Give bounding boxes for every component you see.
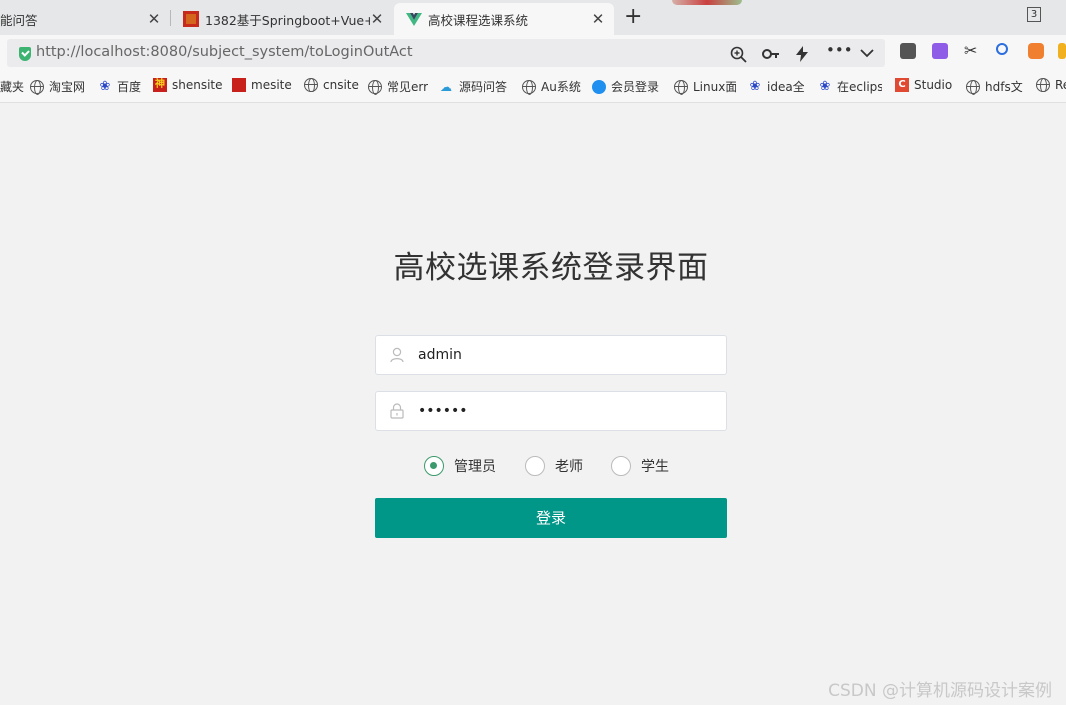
baidu-paw-icon: ❀ (819, 78, 831, 94)
url-path: :8080/subject_system/toLoginOutAct (145, 44, 413, 60)
close-icon[interactable]: ✕ (590, 11, 606, 27)
navigation-bar: http://localhost:8080/subject_system/toL… (0, 35, 1066, 71)
globe-icon (674, 79, 688, 95)
password-input[interactable] (416, 401, 716, 421)
tab-strip: 能问答 ✕ 1382基于Springboot+Vue+i ✕ 高校课程选课系统 … (0, 0, 1066, 35)
new-tab-plus-icon[interactable]: + (624, 6, 642, 28)
bookmark-label: 百度 (117, 80, 142, 94)
bookmark-label: shensite (172, 78, 223, 92)
bookmark-cnsite[interactable]: cnsite (304, 78, 359, 92)
baidu-paw-icon: ❀ (99, 78, 111, 94)
tab-qa[interactable]: 能问答 ✕ (0, 3, 170, 35)
role-teacher-radio[interactable]: 老师 (525, 456, 583, 476)
baidu-paw-icon: ❀ (749, 78, 761, 94)
bookmarks-bar: 藏夹 淘宝网 ❀ 百度 神 shensite mesite cnsite 常见err… (0, 71, 1066, 103)
tab-count-badge[interactable]: 3 (1027, 7, 1041, 22)
security-shield-icon (19, 47, 31, 61)
username-field[interactable] (375, 335, 727, 375)
bookmark-label: hdfs文 (985, 80, 1023, 94)
user-icon (390, 347, 404, 363)
tab-title: 高校课程选课系统 (428, 12, 529, 28)
bookmark-label: cnsite (323, 78, 359, 92)
login-button[interactable]: 登录 (375, 498, 727, 538)
csdn-favicon-icon (183, 11, 199, 27)
bookmark-label: 会员登录 (611, 80, 660, 94)
bookmark-au-system[interactable]: Au系统 (522, 78, 581, 95)
bookmark-hdfs[interactable]: hdfs文 (966, 78, 1024, 95)
chevron-down-icon[interactable] (860, 49, 874, 58)
address-bar[interactable]: http://localhost:8080/subject_system/toL… (7, 39, 885, 67)
bookmark-label: 淘宝网 (49, 80, 86, 94)
close-icon[interactable]: ✕ (146, 11, 162, 27)
search-icon[interactable] (996, 43, 1008, 55)
bookmark-label: Studio (914, 78, 953, 92)
bookmark-common-err[interactable]: 常见err (368, 78, 428, 95)
role-label: 管理员 (454, 459, 496, 475)
zoom-icon[interactable] (730, 46, 747, 63)
globe-icon (368, 79, 382, 95)
bookmark-studio[interactable]: C Studio (895, 78, 953, 92)
key-icon[interactable] (762, 48, 780, 60)
more-icon[interactable]: ••• (826, 41, 853, 59)
bookmark-re[interactable]: Re (1036, 78, 1066, 92)
bookmark-label: mesite (251, 78, 292, 92)
bookmark-label: idea全 (767, 80, 804, 94)
cloud-icon (592, 79, 606, 94)
role-admin-radio[interactable]: 管理员 (424, 456, 496, 476)
radio-unchecked-icon (611, 456, 631, 476)
wave-icon: ☁ (440, 79, 452, 94)
tab-title: 1382基于Springboot+Vue+i (205, 12, 370, 28)
bookmark-label: 常见err (387, 80, 428, 94)
vue-logo-icon (406, 13, 422, 26)
bookmark-label: 源码问答 (459, 80, 508, 94)
globe-icon (30, 79, 44, 95)
bookmark-label: 在eclips (837, 80, 882, 94)
game-icon[interactable] (1028, 43, 1044, 59)
bookmark-label: Re (1055, 78, 1066, 92)
globe-icon (966, 79, 980, 95)
url-text[interactable]: http://localhost:8080/subject_system/toL… (36, 44, 413, 60)
url-scheme-host: http://localhost (36, 44, 146, 60)
lock-icon (390, 403, 404, 419)
bookmark-favorites[interactable]: 藏夹 (0, 78, 24, 95)
role-label: 学生 (641, 459, 669, 475)
scissors-icon[interactable]: ✂ (964, 41, 980, 60)
bookmark-label: Au系统 (541, 80, 581, 94)
tab-title: 能问答 (0, 12, 38, 28)
role-radio-group: 管理员 老师 学生 (424, 456, 724, 478)
studio-icon: C (895, 78, 909, 92)
bookmark-shensite[interactable]: 神 shensite (153, 78, 223, 92)
red-square-icon (232, 78, 246, 92)
role-student-radio[interactable]: 学生 (611, 456, 669, 476)
translate-icon[interactable] (932, 43, 948, 59)
lightning-icon[interactable] (796, 46, 808, 62)
bookmark-mesite[interactable]: mesite (232, 78, 292, 92)
tab-decoration (672, 0, 742, 5)
tab-active-course-system[interactable]: 高校课程选课系统 ✕ (394, 3, 614, 35)
bookmark-member-login[interactable]: 会员登录 (592, 78, 660, 95)
close-icon[interactable]: ✕ (369, 11, 385, 27)
radio-checked-icon (424, 456, 444, 476)
bookmark-eclipse[interactable]: ❀ 在eclips (818, 78, 882, 95)
csdn-watermark: CSDN @计算机源码设计案例 (828, 681, 1052, 701)
reader-icon[interactable] (900, 43, 916, 59)
role-label: 老师 (555, 459, 583, 475)
globe-icon (304, 78, 318, 92)
bookmark-taobao[interactable]: 淘宝网 (30, 78, 85, 95)
bookmark-source-qa[interactable]: ☁ 源码问答 (440, 78, 507, 95)
login-title: 高校选课系统登录界面 (393, 250, 709, 286)
password-field[interactable] (375, 391, 727, 431)
bookmark-idea[interactable]: ❀ idea全 (748, 78, 804, 95)
shen-icon: 神 (153, 78, 167, 92)
globe-icon (1036, 78, 1050, 92)
username-input[interactable] (416, 345, 716, 365)
bookmark-baidu[interactable]: ❀ 百度 (98, 78, 141, 95)
bookmark-label: 藏夹 (0, 80, 25, 94)
globe-icon (522, 79, 536, 95)
tab-springboot[interactable]: 1382基于Springboot+Vue+i ✕ (171, 3, 393, 35)
radio-unchecked-icon (525, 456, 545, 476)
bookmark-linux[interactable]: Linux面 (674, 78, 736, 95)
shield-extension-icon[interactable] (1058, 43, 1066, 59)
bookmark-label: Linux面 (693, 80, 736, 94)
